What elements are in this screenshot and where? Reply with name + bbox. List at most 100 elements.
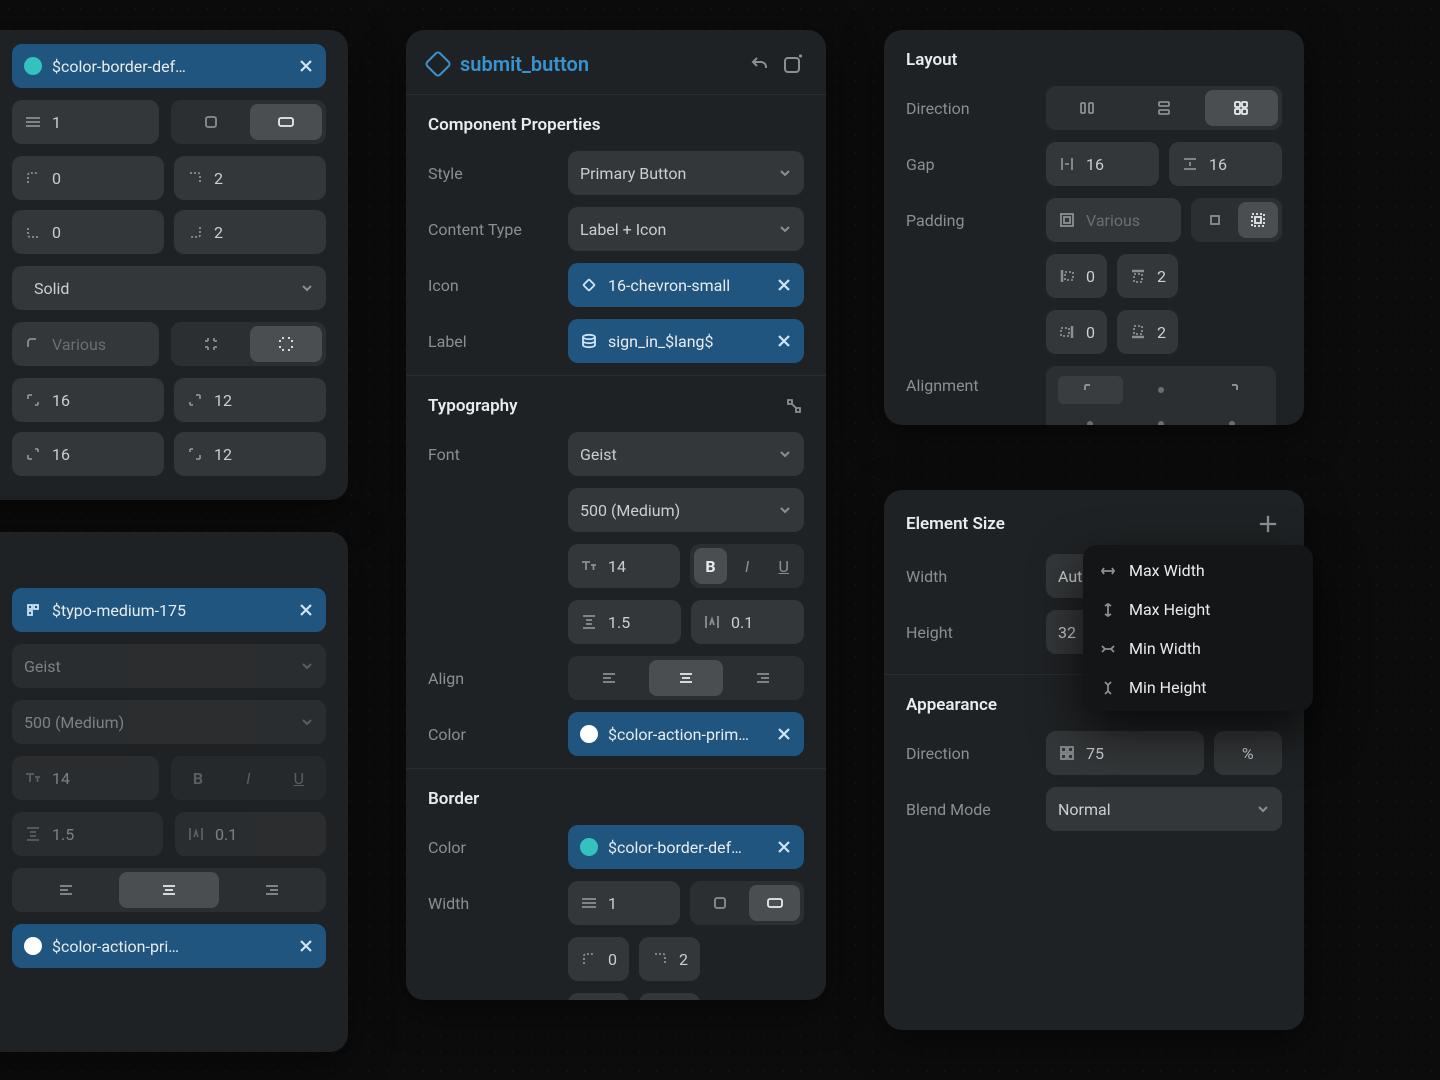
letter-spacing-field[interactable]: 0.1 [175, 812, 326, 856]
border-style-select[interactable]: Solid [12, 266, 326, 310]
add-variant-icon[interactable] [782, 53, 804, 75]
database-icon [580, 332, 598, 350]
border-color-chip-c[interactable]: $color-border-def… [568, 825, 804, 869]
menu-min-height[interactable]: Min Height [1083, 668, 1313, 707]
border-color-chip[interactable]: $color-border-def… [12, 44, 326, 88]
align-tr[interactable] [1199, 376, 1264, 404]
close-icon[interactable] [776, 277, 792, 293]
mode-uniform[interactable] [250, 104, 322, 140]
text-color-chip[interactable]: $color-action-pri… [12, 924, 326, 968]
blend-mode-select[interactable]: Normal [1046, 787, 1282, 831]
radius-mode-a[interactable] [175, 326, 247, 362]
chevron-down-icon [1256, 802, 1270, 816]
corner-br-icon [186, 223, 204, 241]
radius-mode-b[interactable] [250, 326, 322, 362]
content-type-select[interactable]: Label + Icon [568, 207, 804, 251]
min-height-icon [1099, 679, 1117, 697]
share-icon[interactable] [748, 53, 770, 75]
direction-column[interactable] [1127, 90, 1200, 126]
align-tl[interactable] [1058, 376, 1123, 404]
line-height-field-c[interactable]: 1.5 [568, 600, 681, 644]
align-mc[interactable] [1129, 410, 1194, 425]
bold-toggle[interactable]: B [175, 760, 221, 796]
line-height-field[interactable]: 1.5 [12, 812, 163, 856]
underline-toggle[interactable]: U [276, 760, 322, 796]
align-mr[interactable] [1199, 410, 1264, 425]
padding-field[interactable]: Various [1046, 198, 1181, 242]
chevron-down-icon [778, 166, 792, 180]
alignment-grid [1046, 366, 1276, 425]
p-tl[interactable]: 0 [1046, 254, 1107, 298]
chevron-down-icon [300, 715, 314, 729]
icon-token-chip[interactable]: 16-chevron-small [568, 263, 804, 307]
close-icon[interactable] [776, 839, 792, 855]
close-icon[interactable] [298, 58, 314, 74]
text-color-chip-c[interactable]: $color-action-prim… [568, 712, 804, 756]
style-select[interactable]: Primary Button [568, 151, 804, 195]
b-bl[interactable]: 0 [568, 993, 629, 1000]
radius-bl[interactable]: 16 [12, 432, 164, 476]
component-properties-heading: Component Properties [428, 95, 804, 151]
align-right-c[interactable] [727, 660, 800, 696]
p-br[interactable]: 2 [1117, 310, 1178, 354]
border-width-field-c[interactable]: 1 [568, 881, 680, 925]
font-size-field-c[interactable]: 14 [568, 544, 680, 588]
padmode-a[interactable] [1195, 202, 1235, 238]
p-bl[interactable]: 0 [1046, 310, 1107, 354]
direction-row[interactable] [1050, 90, 1123, 126]
corner-tl-icon [580, 950, 598, 968]
align-left[interactable] [16, 872, 115, 908]
close-icon[interactable] [776, 726, 792, 742]
weight-select[interactable]: 500 (Medium) [12, 700, 326, 744]
b-tl[interactable]: 0 [568, 937, 629, 981]
font-size-field[interactable]: 14 [12, 756, 159, 800]
padmode-b[interactable] [1238, 202, 1278, 238]
gap-y-field[interactable]: 16 [1169, 142, 1282, 186]
b-tr[interactable]: 2 [639, 937, 700, 981]
br-field[interactable]: 2 [174, 210, 326, 254]
bold-toggle-c[interactable]: B [694, 548, 727, 584]
radius-tr[interactable]: 12 [174, 378, 326, 422]
typo-token-chip[interactable]: $typo-medium-175 [12, 588, 326, 632]
bl-field[interactable]: 0 [12, 210, 164, 254]
align-center[interactable] [119, 872, 218, 908]
mode-individual[interactable] [175, 104, 247, 140]
weight-select-c[interactable]: 500 (Medium) [568, 488, 804, 532]
italic-toggle[interactable]: I [225, 760, 271, 796]
close-icon[interactable] [776, 333, 792, 349]
opacity-field[interactable]: 75 [1046, 731, 1204, 775]
menu-min-width[interactable]: Min Width [1083, 629, 1313, 668]
add-size-constraint[interactable] [1254, 510, 1282, 538]
tr-field[interactable]: 2 [174, 156, 326, 200]
font-select[interactable]: Geist [12, 644, 326, 688]
italic-toggle-c[interactable]: I [731, 548, 764, 584]
align-right[interactable] [223, 872, 322, 908]
radius-tl[interactable]: 16 [12, 378, 164, 422]
letter-spacing-field-c[interactable]: 0.1 [691, 600, 804, 644]
bmode-a[interactable] [694, 885, 745, 921]
tl-field[interactable]: 0 [12, 156, 164, 200]
underline-toggle-c[interactable]: U [767, 548, 800, 584]
corner-various[interactable]: Various [12, 322, 159, 366]
align-left-c[interactable] [572, 660, 645, 696]
letter-spacing-icon [187, 825, 205, 843]
font-select-c[interactable]: Geist [568, 432, 804, 476]
p-tr[interactable]: 2 [1117, 254, 1178, 298]
menu-max-width[interactable]: Max Width [1083, 551, 1313, 590]
gap-x-field[interactable]: 16 [1046, 142, 1159, 186]
align-tc[interactable] [1129, 376, 1194, 404]
border-width-field[interactable]: 1 [12, 100, 159, 144]
align-center-c[interactable] [649, 660, 722, 696]
menu-max-height[interactable]: Max Height [1083, 590, 1313, 629]
radius-br[interactable]: 12 [174, 432, 326, 476]
lines-icon [580, 894, 598, 912]
close-icon[interactable] [298, 938, 314, 954]
b-br[interactable]: 2 [639, 993, 700, 1000]
direction-wrap[interactable] [1205, 90, 1278, 126]
bmode-b[interactable] [749, 885, 800, 921]
detach-icon[interactable] [784, 396, 804, 416]
close-icon[interactable] [298, 602, 314, 618]
align-ml[interactable] [1058, 410, 1123, 425]
radius-bl-icon [24, 445, 42, 463]
label-token-chip[interactable]: sign_in_$lang$ [568, 319, 804, 363]
